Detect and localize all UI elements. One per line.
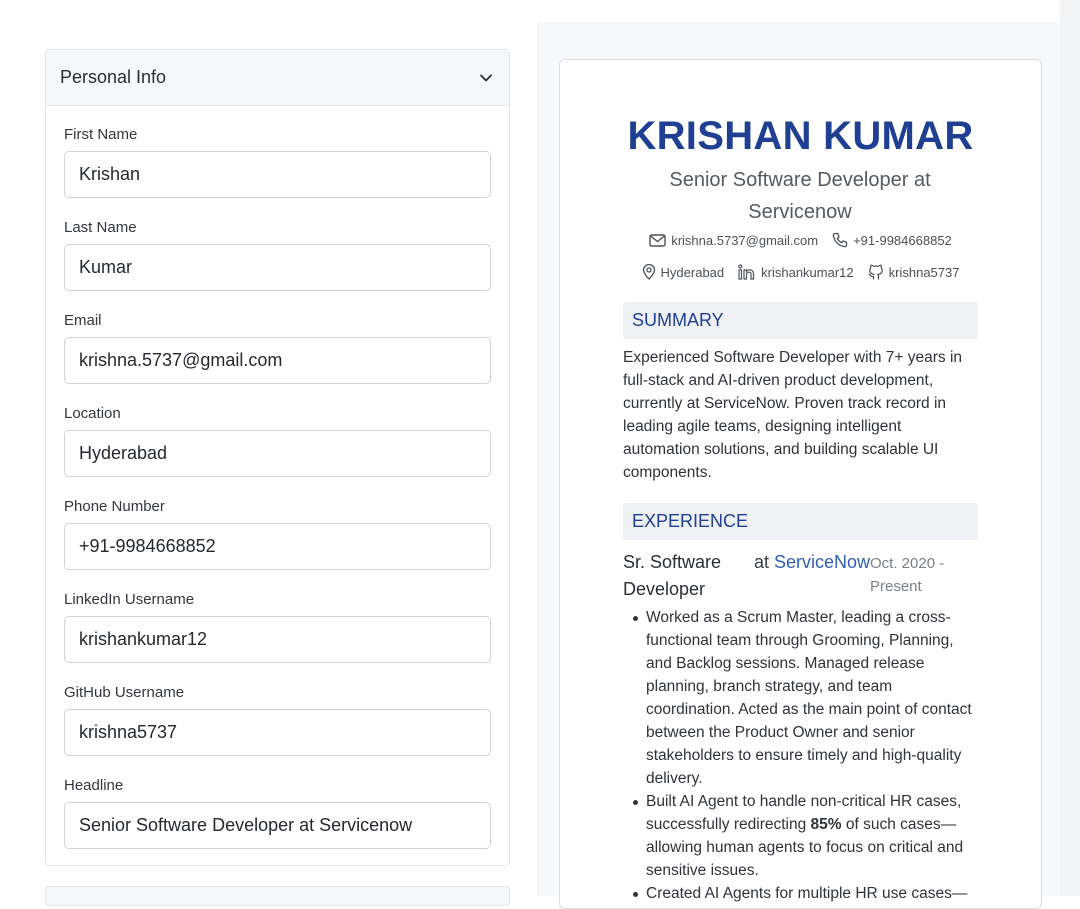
editor-pane: Personal Info First Name Krishan Last Na… <box>0 0 538 906</box>
contact-github-text: krishna5737 <box>888 264 960 280</box>
headline-field: Headline Senior Software Developer at Se… <box>64 777 491 870</box>
experience-heading: EXPERIENCE <box>623 503 978 540</box>
phone-icon <box>832 232 848 248</box>
github-icon <box>868 264 884 280</box>
contact-linkedin[interactable]: krishankumar12 <box>738 264 854 280</box>
location-input[interactable]: Hyderabad <box>64 430 491 477</box>
last-name-field: Last Name Kumar <box>64 219 491 312</box>
contact-row: krishna.5737@gmail.com +91-9984668852 <box>560 232 1041 248</box>
phone-field: Phone Number +91-9984668852 <box>64 498 491 591</box>
list-item: Built AI Agent to handle non-critical HR… <box>623 790 983 882</box>
contact-location-text: Hyderabad <box>660 264 725 280</box>
linkedin-field: LinkedIn Username krishankumar12 <box>64 591 491 684</box>
contact-github[interactable]: krishna5737 <box>868 264 960 280</box>
list-item: Worked as a Scrum Master, leading a cros… <box>623 606 983 790</box>
field-label: LinkedIn Username <box>64 591 195 608</box>
linkedin-input[interactable]: krishankumar12 <box>64 616 491 663</box>
field-label: First Name <box>64 126 138 143</box>
field-label: GitHub Username <box>64 684 185 701</box>
email-input[interactable]: krishna.5737@gmail.com <box>64 337 491 384</box>
preview-pane: KRISHAN KUMAR Senior Software Developer … <box>538 22 1061 909</box>
next-section-panel[interactable] <box>45 886 510 906</box>
job-company[interactable]: ServiceNow <box>774 552 870 572</box>
resume-headline: Senior Software Developer at Servicenow <box>669 169 931 223</box>
mail-icon <box>649 233 666 247</box>
list-item: Created AI Agents for multiple HR use ca… <box>623 882 983 905</box>
location-field: Location Hyderabad <box>64 405 491 498</box>
first-name-input[interactable]: Krishan <box>64 151 491 198</box>
headline-input[interactable]: Senior Software Developer at Servicenow <box>64 802 491 849</box>
github-field: GitHub Username krishna5737 <box>64 684 491 777</box>
contact-location: Hyderabad <box>642 264 725 280</box>
bullet-highlight: 85% <box>810 816 842 833</box>
job-dates: Oct. 2020 - Present <box>870 555 945 595</box>
summary-heading: SUMMARY <box>623 302 978 339</box>
field-label: Location <box>64 405 121 422</box>
bullet-text: Worked as a Scrum Master, leading a cros… <box>646 609 972 787</box>
field-label: Phone Number <box>64 498 165 515</box>
field-label: Last Name <box>64 219 137 236</box>
job-title: Sr. Software Developer <box>623 552 722 599</box>
contact-linkedin-text: krishankumar12 <box>761 264 854 280</box>
job-entry: Sr. Software Developer at ServiceNow Oct… <box>623 549 983 603</box>
location-pin-icon <box>642 264 656 280</box>
last-name-input[interactable]: Kumar <box>64 244 491 291</box>
panel-title: Personal Info <box>60 67 167 87</box>
window-edge <box>1060 0 1080 896</box>
first-name-field: First Name Krishan <box>64 126 491 219</box>
email-field: Email krishna.5737@gmail.com <box>64 312 491 405</box>
personal-info-panel: Personal Info First Name Krishan Last Na… <box>45 49 510 866</box>
resume-preview: KRISHAN KUMAR Senior Software Developer … <box>559 59 1042 909</box>
job-bullets: Worked as a Scrum Master, leading a cros… <box>623 606 983 905</box>
contact-row: Hyderabad krishankumar12 krishna5737 <box>560 264 1041 280</box>
contact-email[interactable]: krishna.5737@gmail.com <box>649 232 818 248</box>
chevron-down-icon[interactable] <box>479 71 493 85</box>
contact-phone[interactable]: +91-9984668852 <box>832 232 952 248</box>
field-label: Headline <box>64 777 124 794</box>
bullet-text: Created AI Agents for multiple HR use ca… <box>646 885 968 902</box>
summary-text: Experienced Software Developer with 7+ y… <box>623 349 963 481</box>
resume-name: KRISHAN KUMAR <box>627 114 974 158</box>
github-input[interactable]: krishna5737 <box>64 709 491 756</box>
personal-info-header[interactable]: Personal Info <box>46 50 509 106</box>
contact-email-text: krishna.5737@gmail.com <box>671 232 819 248</box>
field-label: Email <box>64 312 102 329</box>
job-company-line: at ServiceNow <box>754 549 870 576</box>
job-at-word: at <box>754 552 770 572</box>
contact-phone-text: +91-9984668852 <box>853 232 952 248</box>
phone-input[interactable]: +91-9984668852 <box>64 523 491 570</box>
linkedin-icon <box>738 264 756 280</box>
